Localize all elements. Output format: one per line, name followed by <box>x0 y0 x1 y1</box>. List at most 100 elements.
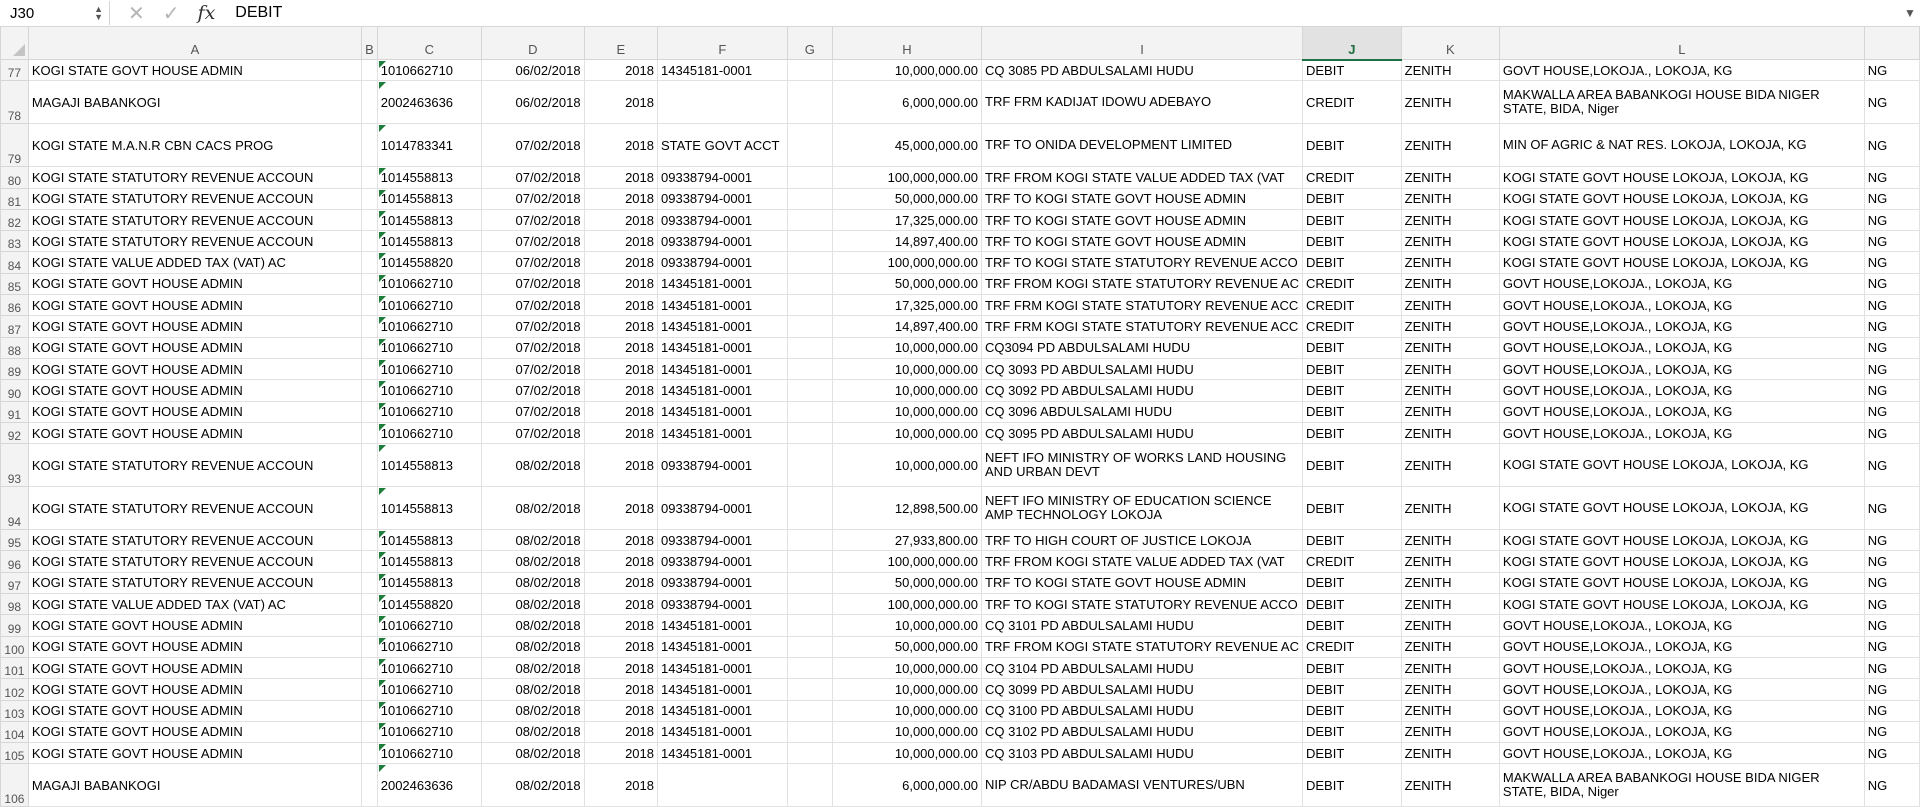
cell-a[interactable]: KOGI STATE STATUTORY REVENUE ACCOUN <box>27 486 363 531</box>
cell-f[interactable]: 09338794-0001 <box>657 166 788 189</box>
cell-l[interactable]: GOVT HOUSE,LOKOJA., LOKOJA, KG <box>1498 357 1865 381</box>
cell-a[interactable]: KOGI STATE STATUTORY REVENUE ACCOUN <box>27 443 363 488</box>
cell-l[interactable]: GOVT HOUSE,LOKOJA., LOKOJA, KG <box>1498 421 1865 445</box>
cell-f[interactable] <box>657 80 788 125</box>
cell-a[interactable]: KOGI STATE STATUTORY REVENUE ACCOUN <box>27 208 363 232</box>
cell-b[interactable] <box>361 379 378 402</box>
row-header[interactable]: 79 <box>0 123 29 168</box>
cell-m[interactable]: NG <box>1863 678 1920 701</box>
cell-m[interactable]: NG <box>1863 187 1920 210</box>
cell-e[interactable]: 2018 <box>583 379 659 402</box>
cell-a[interactable]: KOGI STATE GOVT HOUSE ADMIN <box>27 614 363 637</box>
cell-c[interactable]: 1014558820 <box>376 593 483 616</box>
cell-h[interactable]: 10,000,000.00 <box>831 699 983 722</box>
cell-f[interactable]: 09338794-0001 <box>657 550 788 573</box>
cell-a[interactable]: KOGI STATE GOVT HOUSE ADMIN <box>27 58 363 82</box>
cell-d[interactable]: 07/02/2018 <box>481 251 585 274</box>
formula-input[interactable]: DEBIT <box>229 4 1900 22</box>
cell-b[interactable] <box>361 742 378 765</box>
cell-f[interactable]: 09338794-0001 <box>657 593 788 616</box>
cell-i[interactable]: TRF TO HIGH COURT OF JUSTICE LOKOJA <box>981 529 1303 552</box>
cell-a[interactable]: KOGI STATE VALUE ADDED TAX (VAT) AC <box>27 593 363 616</box>
cell-b[interactable] <box>361 357 378 381</box>
cell-i[interactable]: CQ 3092 PD ABDULSALAMI HUDU <box>981 379 1303 402</box>
cell-b[interactable] <box>361 272 378 296</box>
cell-l[interactable]: GOVT HOUSE,LOKOJA., LOKOJA, KG <box>1498 336 1865 359</box>
cell-j[interactable]: DEBIT <box>1301 656 1402 680</box>
cell-l[interactable]: KOGI STATE GOVT HOUSE LOKOJA, LOKOJA, KG <box>1498 486 1865 531</box>
cell-h[interactable]: 10,000,000.00 <box>831 678 983 701</box>
cell-e[interactable]: 2018 <box>583 571 659 595</box>
cell-c[interactable]: 1010662710 <box>376 614 483 637</box>
cell-e[interactable]: 2018 <box>583 593 659 616</box>
cell-k[interactable]: ZENITH <box>1400 720 1500 744</box>
cell-m[interactable]: NG <box>1863 58 1920 82</box>
cell-f[interactable]: 14345181-0001 <box>657 699 788 722</box>
cell-e[interactable]: 2018 <box>583 635 659 658</box>
cell-f[interactable]: 14345181-0001 <box>657 272 788 296</box>
cell-d[interactable]: 07/02/2018 <box>481 123 585 168</box>
cell-k[interactable]: ZENITH <box>1400 742 1500 765</box>
cell-g[interactable] <box>786 486 833 531</box>
cell-b[interactable] <box>361 550 378 573</box>
cell-d[interactable]: 07/02/2018 <box>481 336 585 359</box>
cell-i[interactable]: TRF TO KOGI STATE GOVT HOUSE ADMIN <box>981 187 1303 210</box>
cell-b[interactable] <box>361 315 378 338</box>
cell-m[interactable]: NG <box>1863 763 1920 807</box>
cell-j[interactable]: CREDIT <box>1301 550 1402 573</box>
cell-h[interactable]: 100,000,000.00 <box>831 251 983 274</box>
cell-d[interactable]: 07/02/2018 <box>481 357 585 381</box>
cell-m[interactable]: NG <box>1863 443 1920 488</box>
cell-a[interactable]: KOGI STATE GOVT HOUSE ADMIN <box>27 656 363 680</box>
cell-d[interactable]: 07/02/2018 <box>481 400 585 423</box>
cell-i[interactable]: TRF TO KOGI STATE STATUTORY REVENUE ACCO <box>981 593 1303 616</box>
cell-k[interactable]: ZENITH <box>1400 230 1500 253</box>
cell-e[interactable]: 2018 <box>583 421 659 445</box>
cell-d[interactable]: 07/02/2018 <box>481 208 585 232</box>
cell-g[interactable] <box>786 294 833 317</box>
cell-k[interactable]: ZENITH <box>1400 357 1500 381</box>
cell-b[interactable] <box>361 58 378 82</box>
cell-j[interactable]: DEBIT <box>1301 400 1402 423</box>
cell-f[interactable] <box>657 763 788 807</box>
cell-f[interactable]: 09338794-0001 <box>657 486 788 531</box>
cell-e[interactable]: 2018 <box>583 656 659 680</box>
cell-m[interactable]: NG <box>1863 357 1920 381</box>
cell-f[interactable]: 14345181-0001 <box>657 656 788 680</box>
cell-h[interactable]: 12,898,500.00 <box>831 486 983 531</box>
cell-a[interactable]: KOGI STATE VALUE ADDED TAX (VAT) AC <box>27 251 363 274</box>
cell-d[interactable]: 08/02/2018 <box>481 720 585 744</box>
cell-i[interactable]: TRF FROM KOGI STATE VALUE ADDED TAX (VAT <box>981 166 1303 189</box>
cell-g[interactable] <box>786 357 833 381</box>
cell-e[interactable]: 2018 <box>583 58 659 82</box>
cell-i[interactable]: CQ 3085 PD ABDULSALAMI HUDU <box>981 58 1303 82</box>
cell-j[interactable]: DEBIT <box>1301 357 1402 381</box>
cell-i[interactable]: TRF TO KOGI STATE STATUTORY REVENUE ACCO <box>981 251 1303 274</box>
cell-f[interactable]: 14345181-0001 <box>657 357 788 381</box>
cell-h[interactable]: 100,000,000.00 <box>831 166 983 189</box>
cell-i[interactable]: TRF TO KOGI STATE GOVT HOUSE ADMIN <box>981 230 1303 253</box>
cell-k[interactable]: ZENITH <box>1400 529 1500 552</box>
cell-g[interactable] <box>786 315 833 338</box>
cell-h[interactable]: 10,000,000.00 <box>831 443 983 488</box>
cell-l[interactable]: GOVT HOUSE,LOKOJA., LOKOJA, KG <box>1498 400 1865 423</box>
cell-e[interactable]: 2018 <box>583 699 659 722</box>
cell-b[interactable] <box>361 443 378 488</box>
row-header[interactable]: 104 <box>0 720 29 744</box>
cell-d[interactable]: 08/02/2018 <box>481 635 585 658</box>
cell-j[interactable]: CREDIT <box>1301 635 1402 658</box>
cell-c[interactable]: 1014558813 <box>376 550 483 573</box>
cell-b[interactable] <box>361 635 378 658</box>
cell-a[interactable]: KOGI STATE STATUTORY REVENUE ACCOUN <box>27 187 363 210</box>
cell-b[interactable] <box>361 336 378 359</box>
cell-b[interactable] <box>361 614 378 637</box>
cell-k[interactable]: ZENITH <box>1400 571 1500 595</box>
cell-f[interactable]: 09338794-0001 <box>657 187 788 210</box>
cell-j[interactable]: DEBIT <box>1301 571 1402 595</box>
cell-e[interactable]: 2018 <box>583 187 659 210</box>
cell-h[interactable]: 27,933,800.00 <box>831 529 983 552</box>
cell-i[interactable]: CQ 3093 PD ABDULSALAMI HUDU <box>981 357 1303 381</box>
cell-i[interactable]: CQ3094 PD ABDULSALAMI HUDU <box>981 336 1303 359</box>
cell-f[interactable]: 09338794-0001 <box>657 208 788 232</box>
cell-m[interactable]: NG <box>1863 529 1920 552</box>
